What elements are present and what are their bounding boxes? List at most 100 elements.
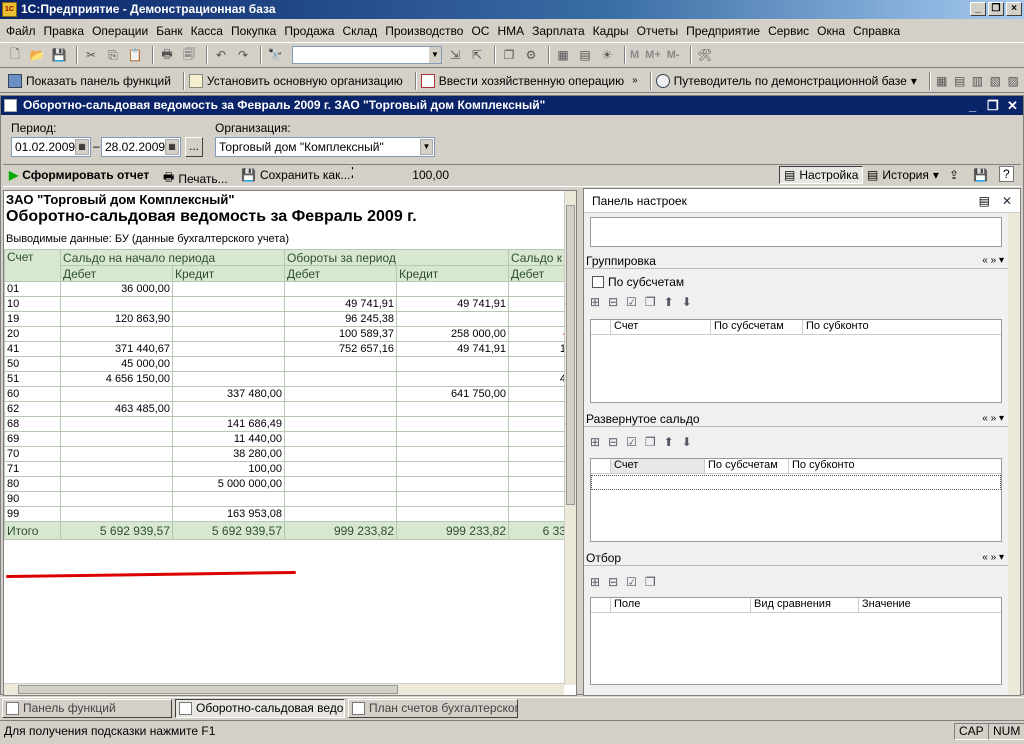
menu-item-14[interactable]: Предприятие: [684, 24, 766, 38]
table-row[interactable]: 68 141 686,49: [4, 416, 569, 432]
col-opening-credit[interactable]: Кредит: [172, 265, 285, 282]
menu-item-11[interactable]: Зарплата: [530, 24, 591, 38]
copy-row-icon[interactable]: ❐: [645, 295, 656, 309]
wizard-icon[interactable]: ⚙: [522, 46, 540, 64]
menu-item-16[interactable]: Окна: [815, 24, 851, 38]
expanded-balance-table[interactable]: Счет По субсчетам По субконто: [590, 458, 1002, 542]
table-row[interactable]: 01 36 000,00: [4, 281, 569, 297]
minimize-button[interactable]: _: [970, 2, 986, 16]
undo-icon[interactable]: ↶: [212, 46, 230, 64]
filter-section-title[interactable]: Отбор « » ▾: [584, 550, 1008, 566]
table-row[interactable]: 60 337 480,00 641 750,00: [4, 386, 569, 402]
menu-item-13[interactable]: Отчеты: [635, 24, 684, 38]
grouping-section-title[interactable]: Группировка « » ▾: [584, 253, 1008, 269]
task-balance-sheet[interactable]: Оборотно-сальдовая ведом...: [175, 699, 345, 718]
add-row-icon[interactable]: ⊞: [590, 295, 600, 309]
add-row-icon[interactable]: ⊞: [590, 575, 600, 589]
save-settings-icon[interactable]: 💾: [973, 168, 988, 182]
find-prev-icon[interactable]: ⇱: [468, 46, 486, 64]
menu-item-0[interactable]: Файл: [4, 24, 42, 38]
expanded-balance-section-title[interactable]: Развернутое сальдо « » ▾: [584, 411, 1008, 427]
delete-row-icon[interactable]: ⊟: [608, 295, 618, 309]
toolbar-icon-1[interactable]: ▦: [935, 72, 949, 90]
table-row[interactable]: 70 38 280,00: [4, 446, 569, 462]
delete-row-icon[interactable]: ⊟: [608, 435, 618, 449]
table-row[interactable]: 71 100,00: [4, 461, 569, 477]
calculator-icon[interactable]: ▦: [554, 46, 572, 64]
settings-top-list[interactable]: [590, 217, 1002, 247]
toolbar-icon-2[interactable]: ▤: [953, 72, 967, 90]
guide-button[interactable]: Путеводитель по демонстрационной базе ▾: [655, 73, 917, 88]
export-icon[interactable]: ⇪: [949, 168, 959, 182]
print-icon[interactable]: 🖶: [158, 46, 176, 64]
close-button[interactable]: ×: [1006, 2, 1022, 16]
enter-operation-button[interactable]: Ввести хозяйственную операцию: [420, 73, 624, 88]
table-row[interactable]: 51 4 656 150,00 4: [4, 371, 569, 387]
toolbar-icon-4[interactable]: ▧: [988, 72, 1002, 90]
menu-item-7[interactable]: Склад: [340, 24, 383, 38]
find-icon[interactable]: 🔭: [266, 46, 284, 64]
help-icon[interactable]: ☀: [598, 46, 616, 64]
doc-minimize-button[interactable]: _: [969, 96, 976, 115]
grouping-table[interactable]: Счет По субсчетам По субконто: [590, 319, 1002, 403]
col-closing-header[interactable]: Сальдо к: [508, 249, 569, 266]
col-turnover-credit[interactable]: Кредит: [396, 265, 509, 282]
col-opening-debit[interactable]: Дебет: [60, 265, 173, 282]
menu-item-6[interactable]: Продажа: [282, 24, 340, 38]
table-row[interactable]: 80 5 000 000,00: [4, 476, 569, 492]
by-subaccounts-checkbox[interactable]: По субсчетам: [592, 275, 684, 289]
table-row[interactable]: 41 371 440,67 752 657,16 49 741,91 1: [4, 341, 569, 357]
paste-icon[interactable]: 📋: [126, 46, 144, 64]
table-row[interactable]: 20 100 589,37258 000,00-: [4, 326, 569, 342]
menu-item-9[interactable]: ОС: [469, 24, 495, 38]
check-all-icon[interactable]: ☑: [626, 295, 637, 309]
calendar-icon[interactable]: ▤: [576, 46, 594, 64]
menu-item-5[interactable]: Покупка: [229, 24, 282, 38]
set-main-org-button[interactable]: Установить основную организацию: [188, 73, 403, 88]
generate-report-button[interactable]: ▶ Сформировать отчет: [9, 168, 149, 182]
table-row[interactable]: 19 120 863,90 96 245,38: [4, 311, 569, 327]
print-button[interactable]: 🖶 Печать...: [163, 168, 228, 189]
delete-row-icon[interactable]: ⊟: [608, 575, 618, 589]
report-vertical-scrollbar[interactable]: [564, 191, 576, 685]
menu-item-1[interactable]: Правка: [42, 24, 91, 38]
copy-icon[interactable]: ⎘: [104, 46, 122, 64]
menu-item-12[interactable]: Кадры: [591, 24, 635, 38]
move-up-icon[interactable]: ⬆: [664, 295, 674, 309]
memory-m-plus[interactable]: M+: [645, 49, 661, 61]
add-row-icon[interactable]: ⊞: [590, 435, 600, 449]
menu-item-3[interactable]: Банк: [154, 24, 188, 38]
report-horizontal-scrollbar[interactable]: [4, 683, 564, 695]
table-row[interactable]: 10 49 741,91 49 741,91: [4, 296, 569, 312]
check-all-icon[interactable]: ☑: [626, 435, 637, 449]
history-button[interactable]: ▤ История ▾: [867, 168, 939, 182]
help-button[interactable]: ?: [999, 166, 1014, 182]
settings-toggle-button[interactable]: ▤ Настройка: [779, 166, 864, 184]
task-functions-panel[interactable]: Панель функций: [2, 699, 172, 718]
table-row[interactable]: 69 11 440,00: [4, 431, 569, 447]
date-to-field[interactable]: 28.02.2009 ▦: [101, 137, 181, 157]
menu-item-2[interactable]: Операции: [90, 24, 154, 38]
filter-table[interactable]: Поле Вид сравнения Значение: [590, 597, 1002, 685]
menu-item-8[interactable]: Производство: [383, 24, 469, 38]
panel-menu-icon[interactable]: ▤: [979, 189, 990, 213]
move-down-icon[interactable]: ⬇: [682, 295, 692, 309]
menu-item-17[interactable]: Справка: [851, 24, 906, 38]
redo-icon[interactable]: ↷: [234, 46, 252, 64]
period-select-button[interactable]: ...: [185, 137, 203, 157]
memory-m[interactable]: M: [630, 49, 639, 61]
doc-close-button[interactable]: ✕: [1007, 96, 1018, 115]
doc-restore-button[interactable]: ❐: [987, 96, 999, 115]
cut-icon[interactable]: ✂: [82, 46, 100, 64]
task-chart-of-accounts[interactable]: План счетов бухгалтерског...: [348, 699, 518, 718]
find-next-icon[interactable]: ⇲: [446, 46, 464, 64]
copy-row-icon[interactable]: ❐: [645, 575, 656, 589]
show-functions-panel-button[interactable]: Показать панель функций: [8, 73, 171, 88]
settings-scrollbar[interactable]: [1008, 213, 1020, 695]
tools-icon[interactable]: 🛠: [696, 46, 714, 64]
windows-icon[interactable]: ❐: [500, 46, 518, 64]
save-as-button[interactable]: 💾 Сохранить как...: [241, 168, 350, 182]
menu-item-15[interactable]: Сервис: [766, 24, 815, 38]
save-icon[interactable]: 💾: [50, 46, 68, 64]
move-up-icon[interactable]: ⬆: [664, 435, 674, 449]
